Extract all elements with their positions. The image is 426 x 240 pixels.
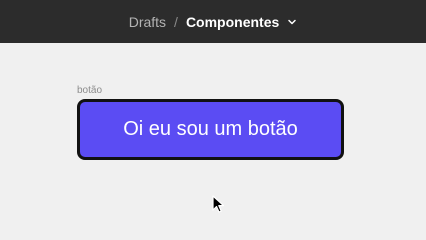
- file-name[interactable]: Componentes: [186, 14, 279, 30]
- component-button[interactable]: Oi eu sou um botão: [77, 99, 344, 160]
- top-toolbar: Drafts / Componentes: [0, 0, 426, 43]
- arrow-cursor-icon: [212, 195, 228, 215]
- frame-label[interactable]: botão: [77, 85, 102, 96]
- breadcrumb: Drafts / Componentes: [129, 14, 298, 30]
- breadcrumb-drafts[interactable]: Drafts: [129, 14, 166, 30]
- chevron-down-icon[interactable]: [287, 17, 297, 27]
- breadcrumb-separator: /: [174, 13, 178, 30]
